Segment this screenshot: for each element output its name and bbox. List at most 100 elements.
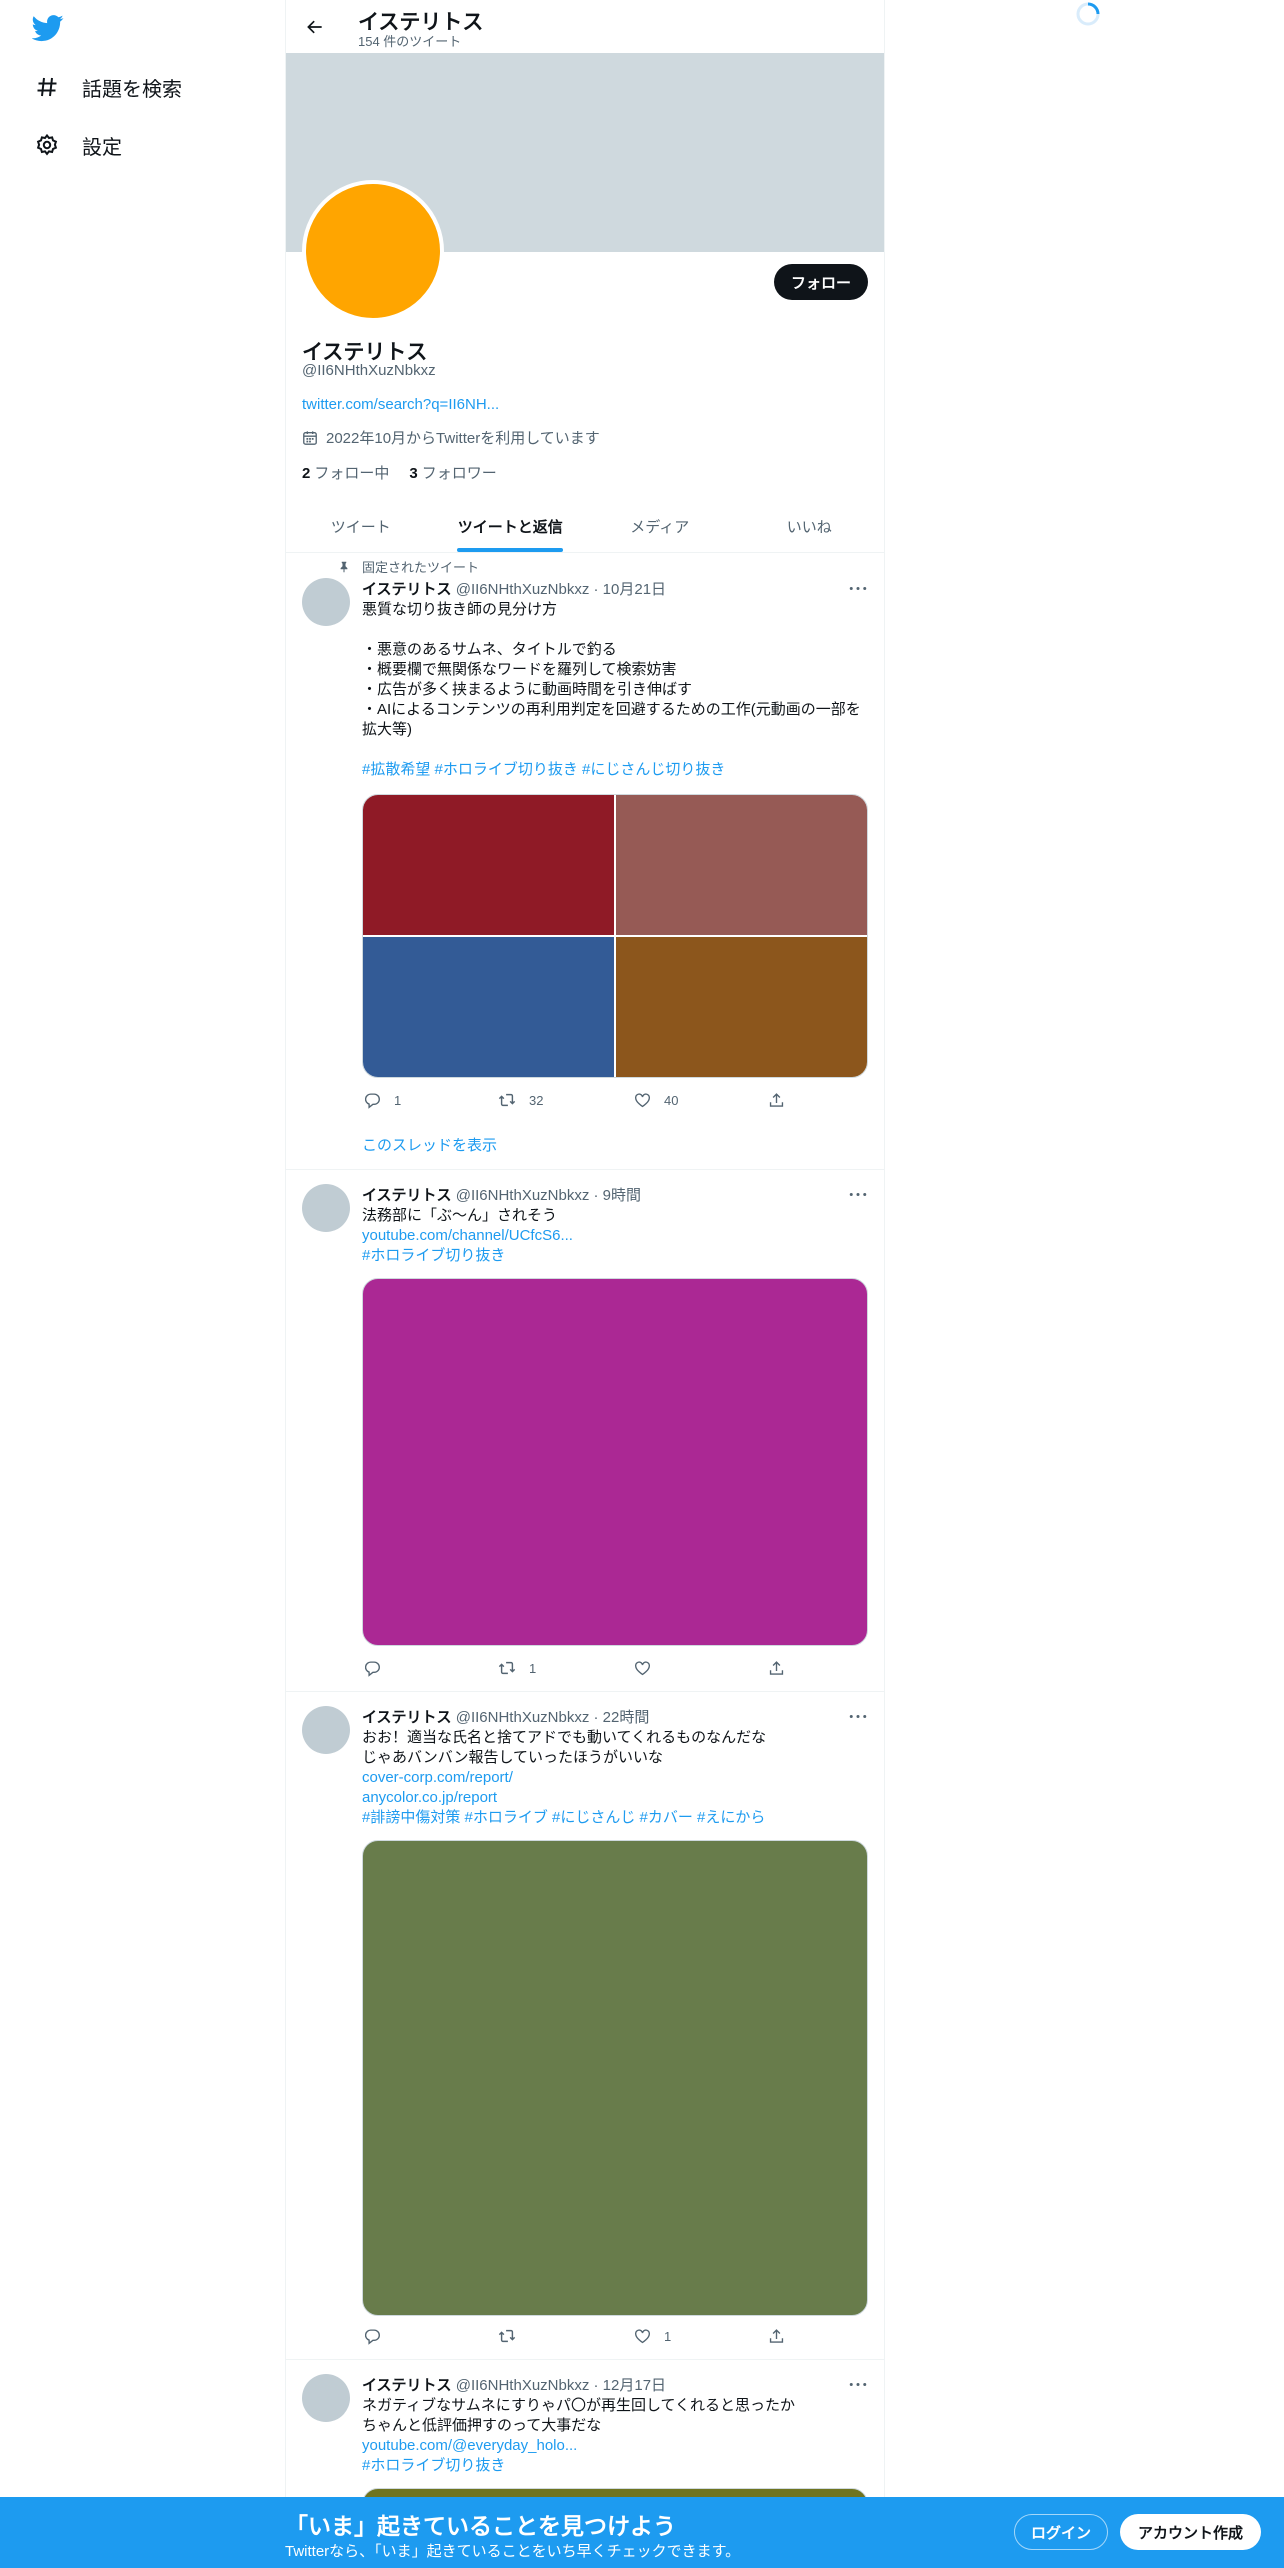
media-image-3[interactable] [363,937,614,1077]
media-image-1[interactable] [363,795,614,935]
reply-button[interactable] [362,2326,497,2346]
tab-likes[interactable]: いいね [735,500,885,552]
share-icon [767,1658,785,1678]
nav-settings-label: 設定 [82,136,122,159]
retweet-icon [497,1090,517,1110]
loading-spinner-icon [1075,1,1101,27]
tweet-avatar[interactable] [302,2374,350,2422]
like-button[interactable] [632,1658,767,1678]
media-image-2[interactable] [616,795,867,935]
share-button[interactable] [767,1658,797,1678]
media-image[interactable] [362,1840,868,2316]
tweet-meta[interactable]: @II6NHthXuzNbkxz · 10月21日 [456,581,666,598]
reply-icon [362,1658,382,1678]
joined-text: 2022年10月からTwitterを利用しています [326,430,600,447]
tweet-meta[interactable]: @II6NHthXuzNbkxz · 12月17日 [456,2377,666,2394]
profile-avatar[interactable] [302,180,444,322]
tweet-author-name[interactable]: イステリトス [362,2377,452,2394]
tweet-media-grid [362,794,868,1078]
share-button[interactable] [767,2326,797,2346]
tweet-author-name[interactable]: イステリトス [362,581,452,598]
profile-joined: 2022年10月からTwitterを利用しています [302,427,600,448]
followers-link[interactable]: 3 フォロワー [409,462,496,483]
tweet-item[interactable]: イステリトス @II6NHthXuzNbkxz · 9時間 法務部に「ぶ～ん」さ… [286,1170,884,1692]
profile-handle: @II6NHthXuzNbkxz [302,362,436,379]
pinned-indicator: 固定されたツイート [332,557,479,576]
tweet-text: おお！適当な氏名と捨てアドでも動いてくれるものなんだな じゃあバンバン報告してい… [362,1728,872,1828]
signup-button[interactable]: アカウント作成 [1120,2514,1261,2550]
like-button[interactable]: 1 [632,2326,767,2346]
calendar-icon [302,429,320,447]
profile-header-bar: イステリトス 154 件のツイート [286,0,884,53]
main-column: イステリトス 154 件のツイート フォロー イステリトス @II6NHthXu… [285,0,885,2568]
hashtag-links[interactable]: #誹謗中傷対策 #ホロライブ #にじさんじ #カバー #えにから [362,1808,872,1828]
hashtag-icon [32,72,62,102]
tweet-avatar[interactable] [302,1706,350,1754]
tab-tweets-and-replies[interactable]: ツイートと返信 [436,500,586,552]
following-link[interactable]: 2 フォロー中 [302,462,389,483]
hashtag-link[interactable]: #ホロライブ切り抜き [362,1246,872,1266]
gear-icon [32,130,62,160]
nav-settings[interactable]: 設定 [32,123,122,167]
profile-website-link[interactable]: twitter.com/search?q=II6NH... [302,396,499,413]
tweet-url-link[interactable]: youtube.com/@everyday_holo... [362,2436,872,2456]
back-arrow-icon[interactable] [300,12,330,42]
twitter-logo-icon[interactable] [31,12,64,44]
share-button[interactable] [767,1090,797,1110]
follow-button[interactable]: フォロー [774,264,868,300]
tweet-meta[interactable]: @II6NHthXuzNbkxz · 22時間 [456,1709,650,1726]
active-tab-indicator [457,548,564,552]
hashtag-link[interactable]: #ホロライブ切り抜き [362,2456,872,2476]
tweet-avatar[interactable] [302,578,350,626]
tweet-text: ネガティブなサムネにすりゃパ〇が再生回してくれると思ったか ちゃんと低評価押すの… [362,2396,872,2476]
tweet-actions: 1 [362,1658,802,1678]
reply-icon [362,2326,382,2346]
login-button[interactable]: ログイン [1014,2514,1108,2550]
reply-icon [362,1090,382,1110]
media-image-4[interactable] [616,937,867,1077]
retweet-button[interactable] [497,2326,632,2346]
more-options-icon[interactable] [846,1706,870,1726]
retweet-button[interactable]: 32 [497,1090,632,1110]
tweet-header: イステリトス @II6NHthXuzNbkxz · 12月17日 [362,2374,666,2395]
tweet-url-link[interactable]: youtube.com/channel/UCfcS6... [362,1226,872,1246]
more-options-icon[interactable] [846,578,870,598]
tab-tweets[interactable]: ツイート [286,500,436,552]
tweet-url-link[interactable]: anycolor.co.jp/report [362,1788,872,1808]
reply-button[interactable] [362,1658,497,1678]
hashtag-links[interactable]: #拡散希望 #ホロライブ切り抜き #にじさんじ切り抜き [362,760,872,780]
tweet-header: イステリトス @II6NHthXuzNbkxz · 22時間 [362,1706,649,1727]
tweet-author-name[interactable]: イステリトス [362,1709,452,1726]
tweet-meta[interactable]: @II6NHthXuzNbkxz · 9時間 [456,1187,641,1204]
media-image[interactable] [362,1278,868,1646]
tweet-header: イステリトス @II6NHthXuzNbkxz · 10月21日 [362,578,666,599]
tweet-text: 悪質な切り抜き師の見分け方 ・悪意のあるサムネ、タイトルで釣る ・概要欄で無関係… [362,600,872,780]
share-icon [767,2326,785,2346]
tweet-url-link[interactable]: cover-corp.com/report/ [362,1768,872,1788]
tweet-author-name[interactable]: イステリトス [362,1187,452,1204]
profile-tabs: ツイート ツイートと返信 メディア いいね [286,500,884,553]
tweet-item[interactable]: イステリトス @II6NHthXuzNbkxz · 22時間 おお！適当な氏名と… [286,1692,884,2360]
follow-stats: 2 フォロー中 3 フォロワー [302,462,497,483]
more-options-icon[interactable] [846,1184,870,1204]
retweet-button[interactable]: 1 [497,1658,632,1678]
heart-icon [632,1658,652,1678]
heart-icon [632,2326,652,2346]
signup-banner-subtitle: Twitterなら、「いま」起きていることをいち早くチェックできます。 [285,2543,741,2560]
signup-banner-title: 「いま」起きていることを見つけよう [285,2513,676,2539]
heart-icon [632,1090,652,1110]
more-options-icon[interactable] [846,2374,870,2394]
tweet-header: イステリトス @II6NHthXuzNbkxz · 9時間 [362,1184,641,1205]
tweet-item[interactable]: 固定されたツイート イステリトス @II6NHthXuzNbkxz · 10月2… [286,554,884,1170]
tab-media[interactable]: メディア [585,500,735,552]
pin-icon [332,561,350,573]
nav-explore[interactable]: 話題を検索 [32,65,182,109]
reply-button[interactable]: 1 [362,1090,497,1110]
show-thread-link[interactable]: このスレッドを表示 [362,1134,497,1155]
like-button[interactable]: 40 [632,1090,767,1110]
tweet-actions: 1 [362,2326,802,2346]
tweet-avatar[interactable] [302,1184,350,1232]
tweet-text: 法務部に「ぶ～ん」されそう youtube.com/channel/UCfcS6… [362,1206,872,1266]
tweet-actions: 1 32 40 [362,1090,802,1110]
tweet-count: 154 件のツイート [358,34,462,49]
